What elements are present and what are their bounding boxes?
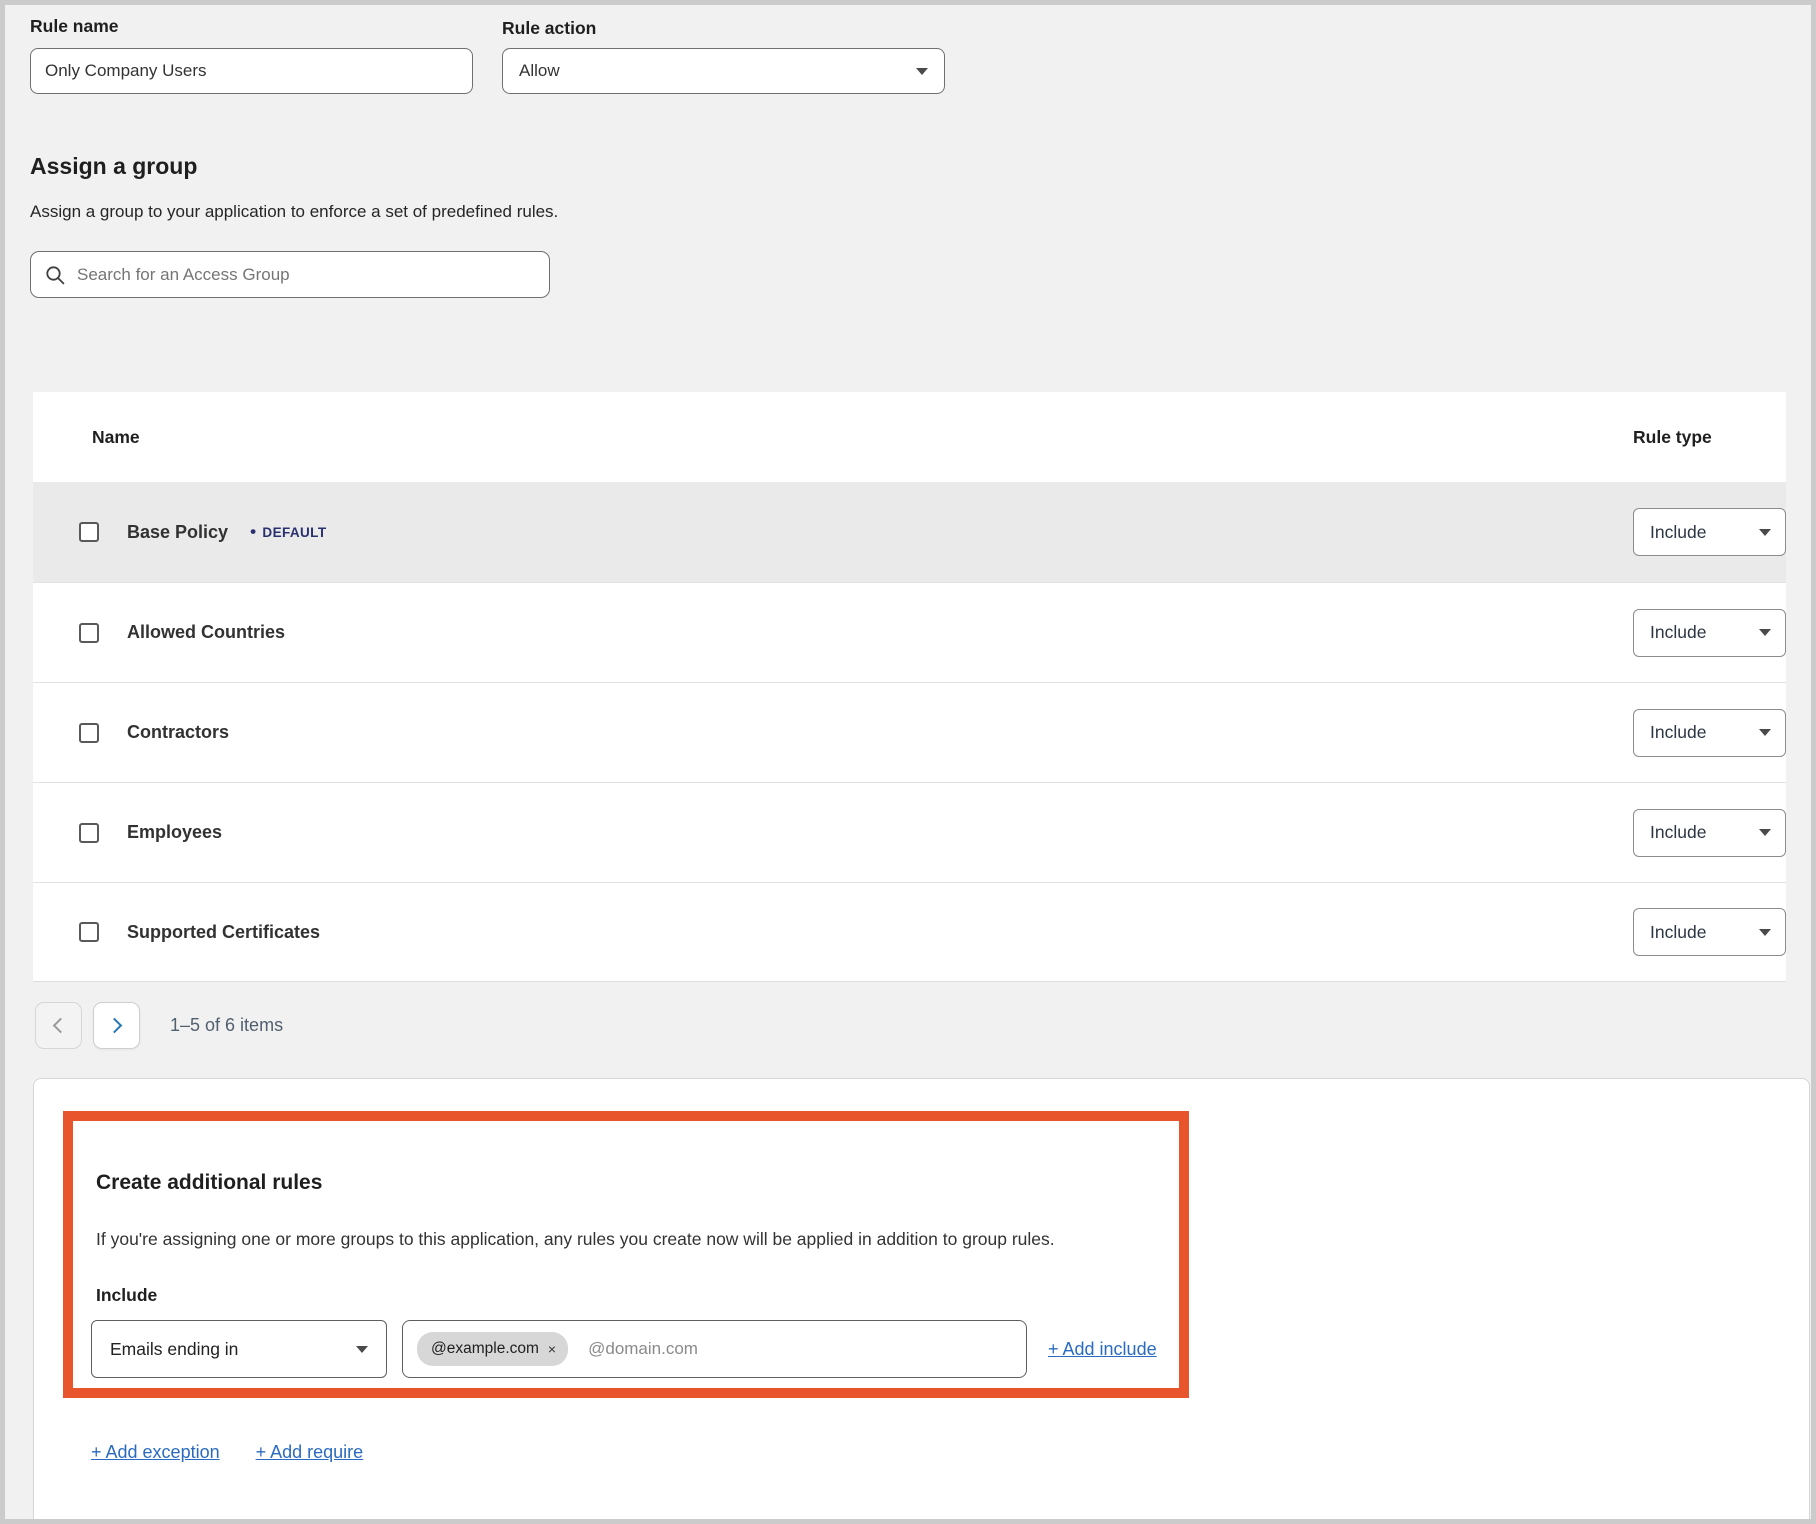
chevron-down-icon xyxy=(1759,629,1771,636)
table-header: Name Rule type xyxy=(33,392,1786,482)
additional-rules-card: Create additional rules If you're assign… xyxy=(33,1078,1810,1519)
table-row: Allowed Countries Include xyxy=(33,582,1786,682)
rule-name-label: Rule name xyxy=(30,16,119,37)
include-rule-row: Emails ending in @example.com × @domain.… xyxy=(91,1320,1157,1378)
default-badge: • DEFAULT xyxy=(250,522,326,542)
assign-group-description: Assign a group to your application to en… xyxy=(30,202,558,222)
additional-rules-description: If you're assigning one or more groups t… xyxy=(96,1229,1055,1250)
table-row: Employees Include xyxy=(33,782,1786,882)
rule-action-value: Allow xyxy=(519,61,560,81)
row-checkbox[interactable] xyxy=(79,723,99,743)
assign-group-heading: Assign a group xyxy=(30,153,197,180)
search-icon xyxy=(45,265,65,285)
rule-type-dropdown[interactable]: Include xyxy=(1633,709,1786,757)
rule-type-dropdown[interactable]: Include xyxy=(1633,609,1786,657)
chevron-down-icon xyxy=(356,1346,368,1353)
chevron-down-icon xyxy=(1759,829,1771,836)
access-group-search[interactable] xyxy=(30,251,550,298)
rule-type-value: Include xyxy=(1650,722,1706,743)
rule-type-dropdown[interactable]: Include xyxy=(1633,508,1786,556)
policy-rule-page: Rule name Rule action Allow Assign a gro… xyxy=(5,5,1811,1519)
additional-rules-heading: Create additional rules xyxy=(96,1171,322,1195)
chevron-down-icon xyxy=(1759,729,1771,736)
condition-value: Emails ending in xyxy=(110,1339,238,1360)
chevron-down-icon xyxy=(1759,929,1771,936)
include-label: Include xyxy=(96,1285,157,1306)
chevron-down-icon xyxy=(916,68,928,75)
email-domain-placeholder: @domain.com xyxy=(588,1339,698,1359)
table-row: Contractors Include xyxy=(33,682,1786,782)
column-header-rule-type: Rule type xyxy=(1633,427,1786,448)
rule-type-dropdown[interactable]: Include xyxy=(1633,809,1786,857)
table-row: Base Policy • DEFAULT Include xyxy=(33,482,1786,582)
condition-select[interactable]: Emails ending in xyxy=(91,1320,387,1378)
add-include-link[interactable]: + Add include xyxy=(1048,1339,1157,1360)
rule-type-value: Include xyxy=(1650,922,1706,943)
add-exception-link[interactable]: + Add exception xyxy=(91,1442,220,1463)
badge-text: DEFAULT xyxy=(262,525,326,540)
rule-action-select[interactable]: Allow xyxy=(502,48,945,94)
group-name: Contractors xyxy=(127,722,229,743)
row-checkbox[interactable] xyxy=(79,922,99,942)
chip-value: @example.com xyxy=(431,1340,539,1358)
rule-name-input[interactable] xyxy=(30,48,473,94)
email-domain-chip: @example.com × xyxy=(417,1332,568,1366)
rule-type-dropdown[interactable]: Include xyxy=(1633,908,1786,956)
pagination-count: 1–5 of 6 items xyxy=(170,1015,283,1036)
rule-type-value: Include xyxy=(1650,622,1706,643)
rule-action-label: Rule action xyxy=(502,18,596,39)
column-header-name: Name xyxy=(33,427,1633,448)
row-checkbox[interactable] xyxy=(79,823,99,843)
badge-bullet: • xyxy=(250,522,256,542)
row-checkbox[interactable] xyxy=(79,522,99,542)
rule-type-value: Include xyxy=(1650,822,1706,843)
rule-type-value: Include xyxy=(1650,522,1706,543)
add-require-link[interactable]: + Add require xyxy=(256,1442,364,1463)
previous-page-button[interactable] xyxy=(35,1002,82,1049)
chevron-right-icon xyxy=(107,1018,123,1034)
group-name: Employees xyxy=(127,822,222,843)
rule-links: + Add exception + Add require xyxy=(91,1442,363,1463)
chevron-left-icon xyxy=(53,1018,69,1034)
group-name: Base Policy xyxy=(127,522,228,543)
search-input[interactable] xyxy=(77,265,535,285)
group-name: Supported Certificates xyxy=(127,922,320,943)
pagination: 1–5 of 6 items xyxy=(35,1002,283,1049)
email-domain-input[interactable]: @example.com × @domain.com xyxy=(402,1320,1027,1378)
remove-chip-icon[interactable]: × xyxy=(548,1341,556,1357)
group-name: Allowed Countries xyxy=(127,622,285,643)
access-group-table: Name Rule type Base Policy • DEFAULT Inc… xyxy=(33,392,1786,982)
row-checkbox[interactable] xyxy=(79,623,99,643)
table-row: Supported Certificates Include xyxy=(33,882,1786,982)
next-page-button[interactable] xyxy=(93,1002,140,1049)
chevron-down-icon xyxy=(1759,529,1771,536)
